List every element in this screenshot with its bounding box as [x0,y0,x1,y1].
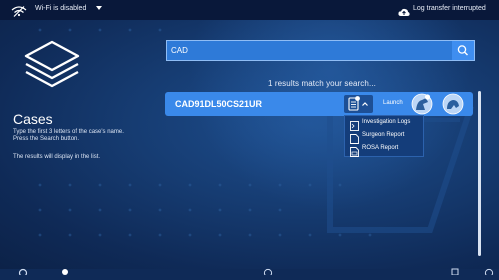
page-note: The results will display in the list. [13,154,101,160]
menu-item-investigation-logs[interactable]: Investigation Logs [345,117,423,131]
search-input[interactable] [167,41,452,60]
cloud-upload-icon [398,4,410,22]
layers-logo-icon [24,40,80,95]
document-icon [348,96,360,111]
launch-label: Launch [383,100,403,106]
chevron-down-icon[interactable] [95,4,103,14]
reports-menu-button[interactable] [344,95,373,113]
transfer-status-text: Log transfer interrupted [413,5,486,12]
export-icon[interactable] [451,262,461,280]
page-title: Cases [13,111,53,127]
status-bar: Wi-Fi is disabled Log transfer interrupt… [0,0,499,20]
search-button[interactable] [452,41,474,60]
power-icon[interactable] [484,262,494,280]
case-result-row[interactable]: CAD91DL50CS21UR Launch [165,92,473,116]
page-description: Type the first 3 letters of the case's n… [13,129,124,142]
wifi-status-text: Wi-Fi is disabled [35,5,87,12]
menu-item-label: Investigation Logs [362,119,411,125]
report-icon [350,144,359,162]
results-summary: 1 results match your search... [268,79,376,88]
results-scrollbar[interactable] [478,91,481,256]
launch-robot-alt-icon[interactable] [442,93,464,120]
home-icon[interactable] [263,262,273,280]
menu-item-label: Surgeon Report [362,132,405,138]
wifi-disabled-icon [11,4,27,22]
chevron-up-icon [362,102,368,106]
menu-item-surgeon-report[interactable]: Surgeon Report [345,130,423,144]
search-bar [166,40,475,61]
settings-icon[interactable] [18,262,28,280]
search-icon [457,45,468,56]
menu-item-rosa-report[interactable]: ROSA Report [345,143,423,157]
menu-item-label: ROSA Report [362,145,399,151]
reports-dropdown: Investigation Logs Surgeon Report ROSA R… [344,115,424,157]
user-icon[interactable] [61,262,69,280]
case-id: CAD91DL50CS21UR [175,99,263,109]
